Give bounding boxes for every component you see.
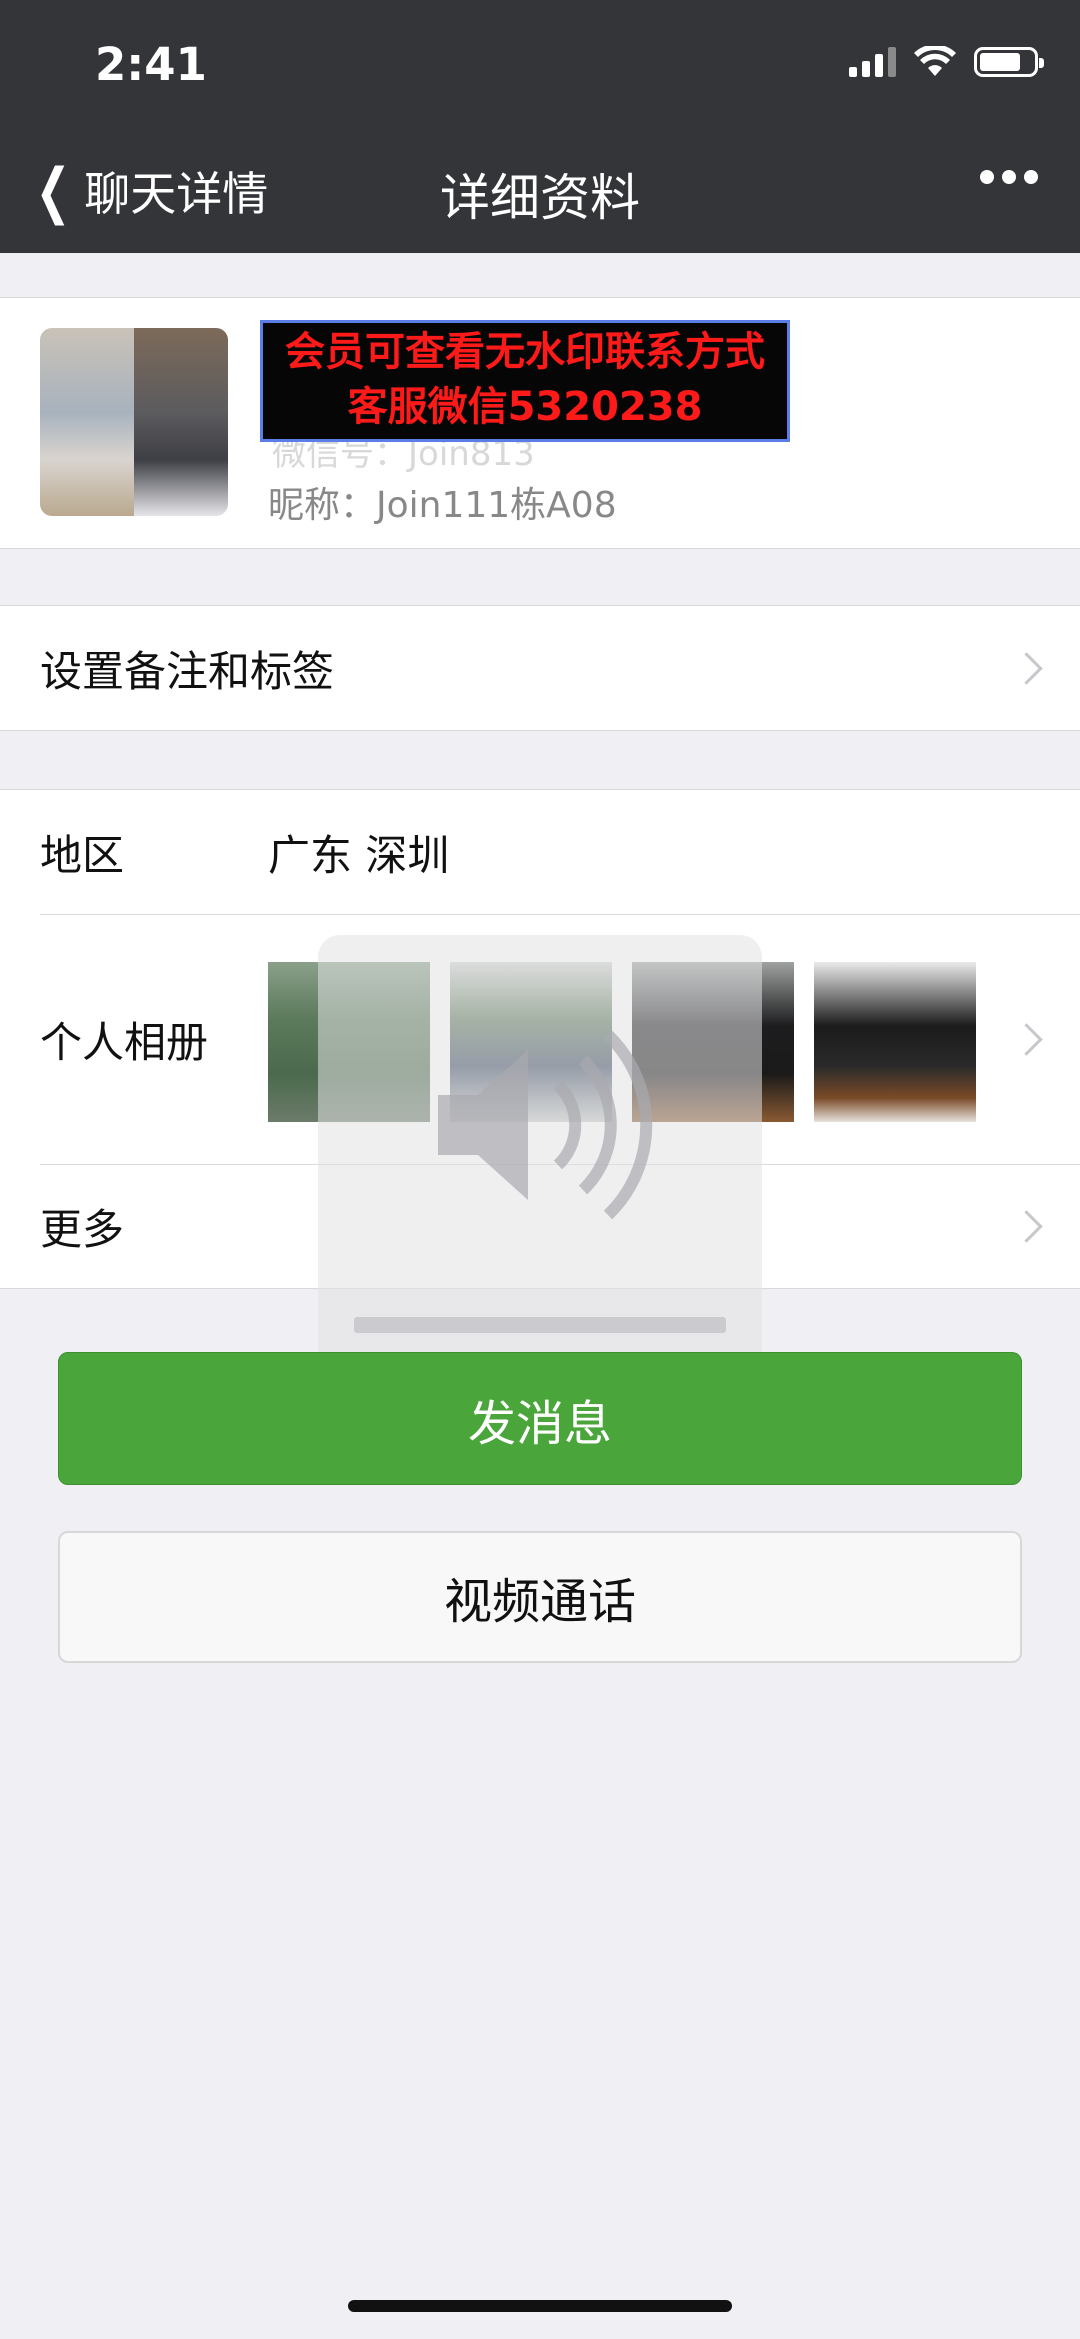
volume-hud [318, 935, 762, 1379]
home-indicator[interactable] [348, 2300, 732, 2312]
wifi-icon [914, 46, 956, 76]
avatar-photo-right [134, 328, 228, 516]
region-label: 地区 [40, 830, 125, 880]
remark-label: 设置备注和标签 [40, 646, 335, 696]
chevron-right-icon [1010, 651, 1043, 685]
remark-row[interactable]: 设置备注和标签 [0, 606, 1080, 730]
nickname: 昵称：Join111栋A08 [268, 485, 617, 526]
region-row: 地区 广东 深圳 [0, 790, 1080, 914]
status-icons [849, 46, 1044, 78]
banner-line-2: 客服微信5320238 [347, 384, 703, 430]
avatar[interactable] [40, 328, 228, 516]
more-options-button[interactable] [980, 170, 1038, 184]
volume-track [354, 1317, 726, 1333]
remark-group: 设置备注和标签 [0, 605, 1080, 731]
status-time: 2:41 [95, 38, 207, 91]
speaker-icon [438, 1030, 653, 1220]
region-value: 广东 深圳 [268, 830, 450, 880]
battery-icon [974, 47, 1044, 77]
send-message-button[interactable]: 发消息 [58, 1352, 1022, 1485]
top-bar: 2:41 ❮ 聊天详情 详细资料 [0, 0, 1080, 253]
more-dot-icon [1024, 170, 1038, 184]
banner-line-1: 会员可查看无水印联系方式 [285, 329, 765, 375]
album-thumbnail [814, 962, 976, 1122]
watermark-banner: 会员可查看无水印联系方式 客服微信5320238 [260, 320, 790, 442]
video-call-button[interactable]: 视频通话 [58, 1531, 1022, 1663]
back-label: 聊天详情 [84, 167, 269, 221]
chevron-right-icon [1010, 1209, 1043, 1243]
more-dot-icon [980, 170, 994, 184]
avatar-photo-left [40, 328, 134, 516]
signal-icon [849, 47, 896, 77]
chevron-left-icon: ❮ [35, 156, 71, 226]
more-label: 更多 [40, 1204, 125, 1254]
back-button[interactable]: ❮ 聊天详情 [28, 156, 269, 226]
profile-card[interactable]: 微信号：Join813 会员可查看无水印联系方式 客服微信5320238 昵称：… [0, 297, 1080, 549]
album-label: 个人相册 [40, 1017, 209, 1067]
chevron-right-icon [1010, 1022, 1043, 1056]
more-dot-icon [1002, 170, 1016, 184]
